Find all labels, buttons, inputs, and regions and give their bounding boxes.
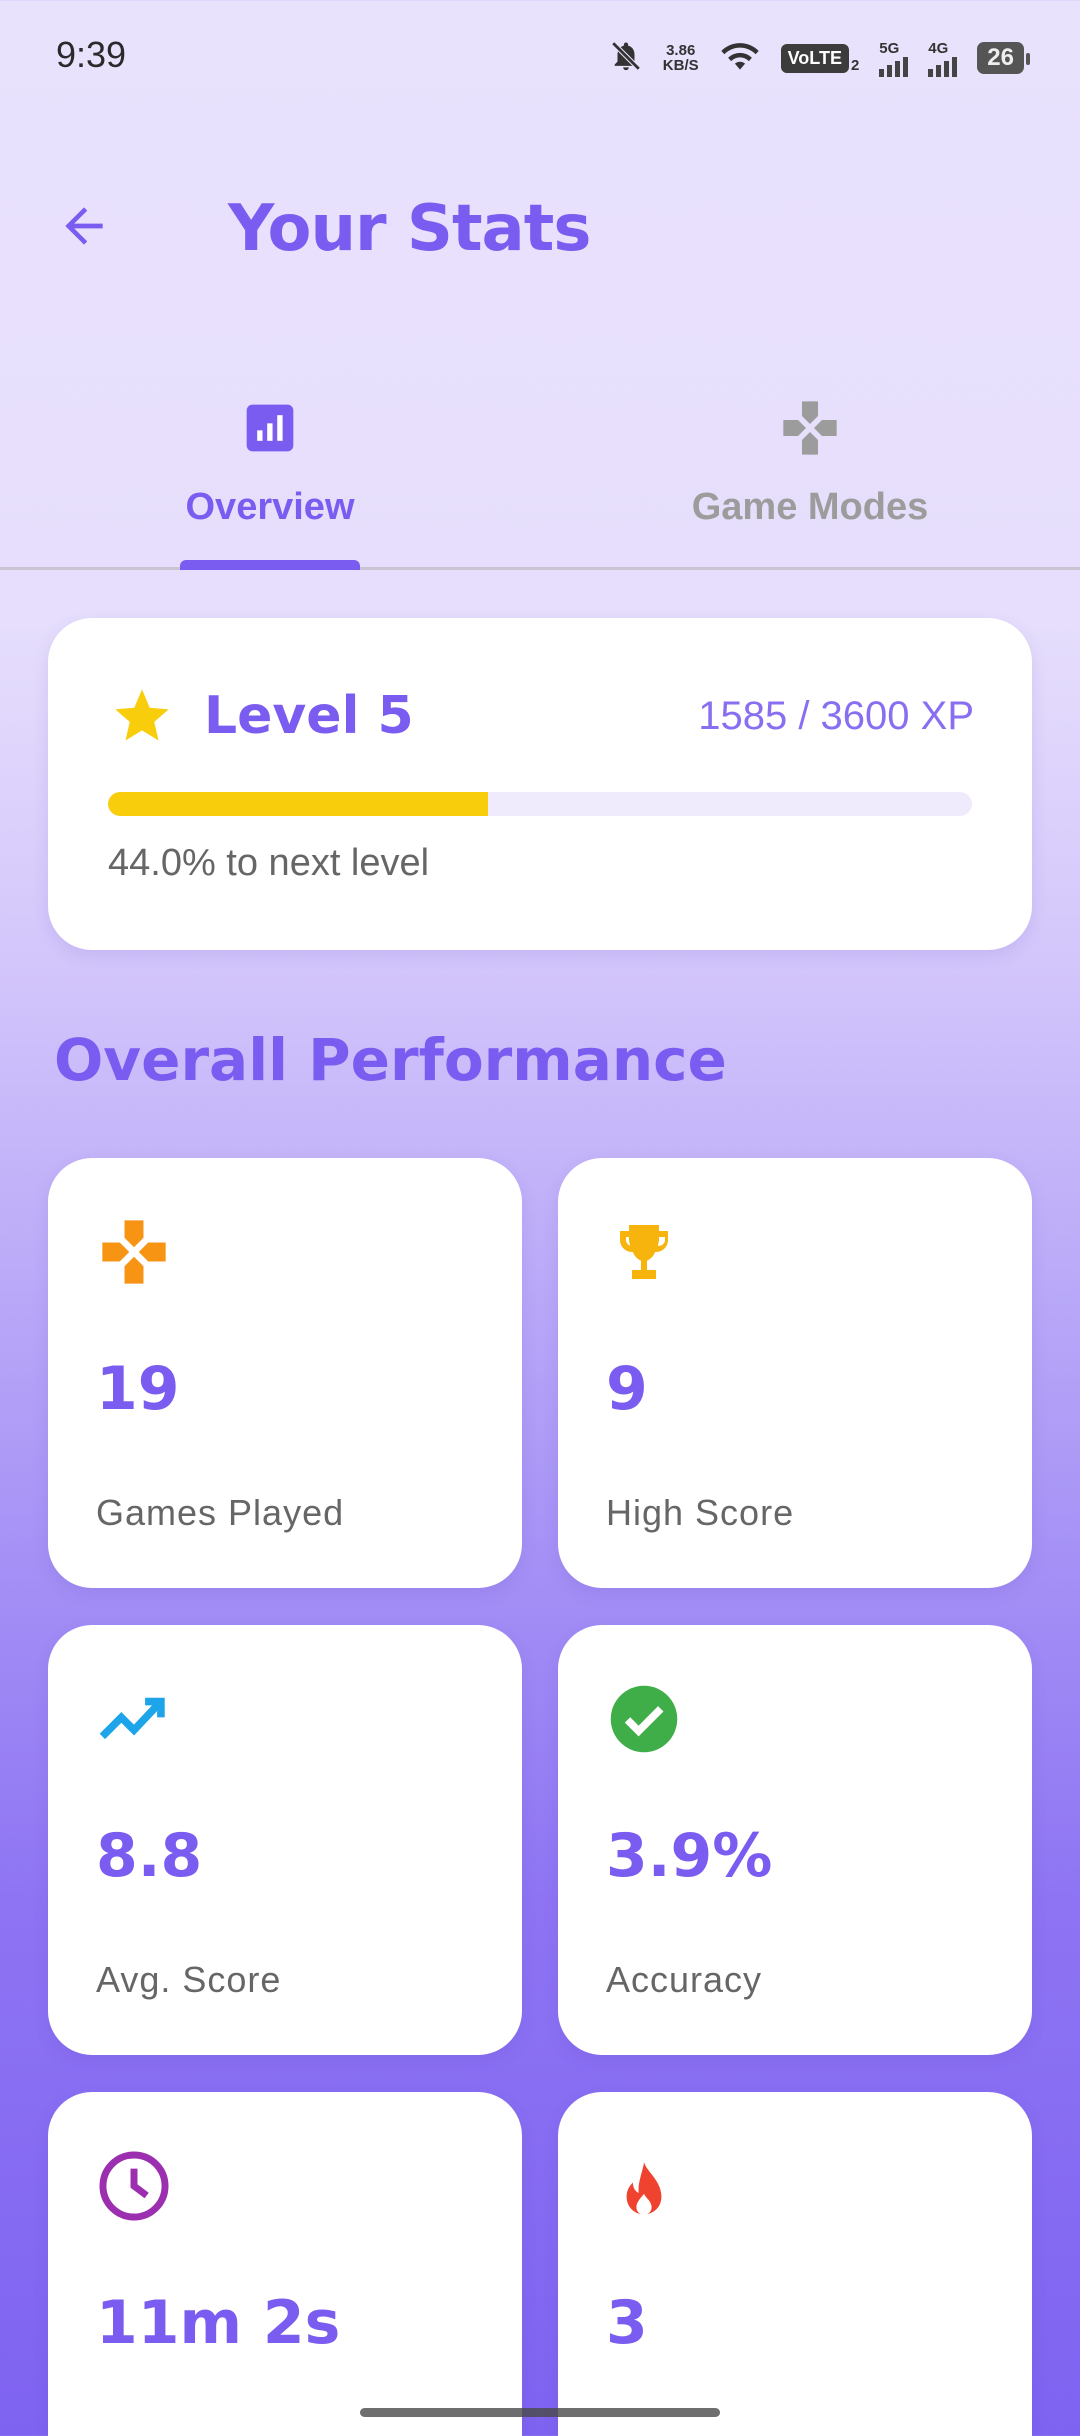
- net-speed-unit: KB/S: [662, 57, 699, 74]
- status-icons: 3.86 KB/S VoLTE 2 5G 4G 26: [609, 34, 1030, 82]
- tab-overview[interactable]: Overview: [120, 380, 420, 570]
- gamepad-icon: [94, 1212, 174, 1292]
- app-bar: Your Stats: [0, 170, 1080, 290]
- stat-value: 3: [606, 2288, 648, 2358]
- stat-value: 8.8: [96, 1821, 203, 1891]
- stat-value: 3.9%: [606, 1821, 773, 1891]
- progress-text: 44.0% to next level: [108, 842, 430, 884]
- fire-icon: [604, 2146, 684, 2226]
- status-time: 9:39: [56, 34, 127, 75]
- battery-icon: 26: [977, 42, 1030, 74]
- home-indicator[interactable]: [360, 2408, 720, 2417]
- trending-up-icon: [94, 1679, 174, 1759]
- stat-card-time: 11m 2s: [48, 2092, 522, 2436]
- stat-label: Accuracy: [606, 1959, 763, 2000]
- signal-5g-icon: 5G: [879, 39, 909, 77]
- tab-game-modes[interactable]: Game Modes: [660, 380, 960, 570]
- signal-4g-icon: 4G: [928, 39, 958, 77]
- level-label: Level 5: [204, 686, 414, 746]
- arrow-left-icon: [65, 207, 103, 245]
- tab-game-modes-label: Game Modes: [691, 486, 929, 528]
- status-bar: 9:39 3.86 KB/S VoLTE 2 5G 4G 26: [0, 0, 1080, 110]
- section-title: Overall Performance: [54, 1026, 727, 1094]
- stat-value: 19: [96, 1354, 180, 1424]
- stat-label: Avg. Score: [96, 1959, 282, 2000]
- tab-overview-label: Overview: [185, 486, 355, 528]
- bar-chart-icon: [242, 392, 298, 464]
- stat-card-games-played: 19 Games Played: [48, 1158, 522, 1588]
- level-card: Level 5 1585 / 3600 XP 44.0% to next lev…: [48, 618, 1032, 950]
- stat-card-streak: 3: [558, 2092, 1032, 2436]
- level-progress-fill: [108, 792, 489, 816]
- stat-card-high-score: 9 High Score: [558, 1158, 1032, 1588]
- stat-card-avg-score: 8.8 Avg. Score: [48, 1625, 522, 2055]
- signal-5g-label: 5G: [879, 39, 900, 57]
- wifi-icon: [719, 39, 761, 77]
- volte-label: VoLTE: [780, 43, 849, 73]
- stat-label: High Score: [606, 1492, 795, 1533]
- gamepad-icon: [778, 392, 842, 464]
- page-title: Your Stats: [228, 192, 591, 266]
- stat-value: 11m 2s: [96, 2288, 341, 2358]
- bell-off-icon: [609, 39, 643, 77]
- tab-bar: Overview Game Modes: [0, 380, 1080, 570]
- volte-sim: 2: [850, 56, 860, 74]
- tab-indicator: [180, 560, 360, 570]
- stat-label: Games Played: [96, 1492, 345, 1533]
- level-progress-bar: [108, 792, 972, 816]
- trophy-icon: [604, 1212, 684, 1292]
- back-button[interactable]: [52, 194, 116, 258]
- xp-label: 1585 / 3600 XP: [698, 694, 974, 738]
- star-icon: [115, 689, 169, 741]
- volte-badge: VoLTE 2: [780, 43, 860, 74]
- stat-value: 9: [606, 1354, 648, 1424]
- check-circle-icon: [604, 1679, 684, 1759]
- net-speed: 3.86 KB/S: [663, 43, 699, 73]
- stat-card-accuracy: 3.9% Accuracy: [558, 1625, 1032, 2055]
- signal-4g-label: 4G: [928, 39, 949, 57]
- clock-icon: [94, 2146, 174, 2226]
